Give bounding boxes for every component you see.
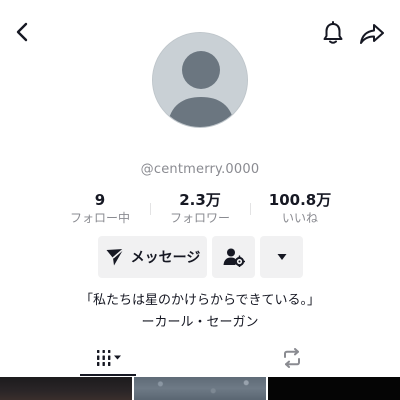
grid-icon xyxy=(97,350,121,366)
back-button[interactable] xyxy=(10,20,34,44)
active-tab-indicator xyxy=(80,374,136,376)
tab-videos[interactable] xyxy=(88,346,128,370)
following-label: フォロー中 xyxy=(69,211,130,225)
bell-icon xyxy=(323,21,343,44)
video-thumbnail[interactable] xyxy=(134,377,266,400)
username: @centmerry.0000 xyxy=(140,162,260,177)
default-avatar-icon xyxy=(153,33,247,127)
chevron-left-icon xyxy=(16,22,28,42)
following-stat[interactable]: 9 フォロー中 xyxy=(50,191,150,226)
likes-label: いいね xyxy=(281,211,318,225)
followers-label: フォロワー xyxy=(169,211,230,225)
message-button-label: メッセージ xyxy=(130,250,201,266)
bio-line: 「私たちは星のかけらからできている。」 xyxy=(79,293,321,308)
video-thumbnail[interactable] xyxy=(0,377,132,400)
notification-button[interactable] xyxy=(320,20,346,46)
video-thumbnail[interactable] xyxy=(268,377,400,400)
bio-line: ーカール・セーガン xyxy=(141,315,259,330)
share-button[interactable] xyxy=(358,20,386,48)
message-button[interactable]: メッセージ xyxy=(98,236,207,278)
person-gear-icon xyxy=(223,248,245,267)
likes-count: 100.8万 xyxy=(268,191,332,209)
caret-down-icon xyxy=(277,254,286,260)
share-arrow-icon xyxy=(360,24,384,44)
add-user-settings-button[interactable] xyxy=(212,236,255,278)
following-count: 9 xyxy=(94,191,106,209)
followers-stat[interactable]: 2.3万 フォロワー xyxy=(150,191,250,226)
tab-reposts[interactable] xyxy=(278,346,306,370)
avatar[interactable] xyxy=(152,32,248,128)
more-options-button[interactable] xyxy=(260,236,303,278)
repost-icon xyxy=(284,348,300,368)
followers-count: 2.3万 xyxy=(179,191,221,209)
send-icon xyxy=(106,248,124,266)
likes-stat[interactable]: 100.8万 いいね xyxy=(250,191,350,226)
